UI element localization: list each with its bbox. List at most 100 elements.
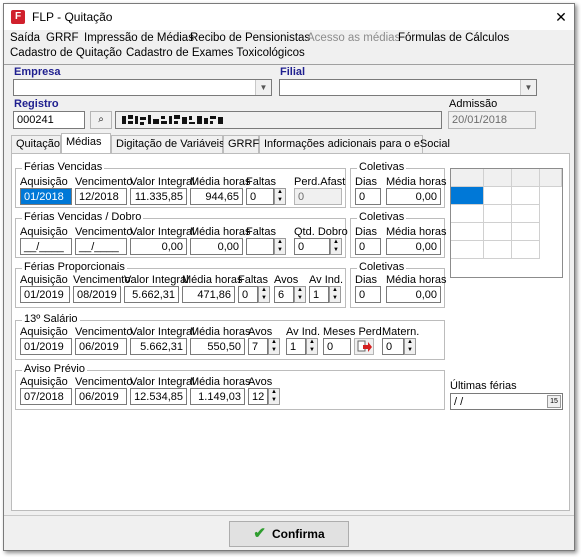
dt-media-horas-input[interactable]: 550,50: [190, 338, 245, 355]
binoculars-icon[interactable]: ⌕: [90, 111, 112, 129]
ap-vencimento-input[interactable]: 06/2019: [75, 388, 127, 405]
ultimas-ferias-input[interactable]: / / 15: [450, 393, 563, 410]
close-icon[interactable]: ✕: [551, 7, 571, 27]
chevron-down-icon[interactable]: ▼: [520, 80, 536, 95]
menu-cadastro-exames[interactable]: Cadastro de Exames Toxicológicos: [126, 47, 305, 59]
grid-cell[interactable]: [484, 187, 512, 205]
vencimento-label: Vencimento: [75, 226, 133, 238]
fd-media-horas-input[interactable]: 0,00: [190, 238, 243, 255]
data-grid[interactable]: [450, 168, 563, 278]
dt-vencimento-input[interactable]: 06/2019: [75, 338, 127, 355]
fp-faltas-input[interactable]: 0: [238, 286, 258, 303]
c2-media-horas-input[interactable]: 0,00: [386, 238, 441, 255]
grid-cell[interactable]: [484, 223, 512, 241]
menu-grrf[interactable]: GRRF: [46, 32, 79, 44]
dt-matern-input[interactable]: 0: [382, 338, 404, 355]
fp-av-ind-input[interactable]: 1: [309, 286, 329, 303]
group-title: Férias Vencidas: [22, 161, 105, 173]
dt-valor-integral-input[interactable]: 5.662,31: [130, 338, 187, 355]
fp-avos-stepper[interactable]: ▲ ▼: [294, 286, 306, 303]
grid-cell[interactable]: [484, 205, 512, 223]
menu-recibo-pensionistas[interactable]: Recibo de Pensionistas: [190, 32, 310, 44]
menu-formulas-calculos[interactable]: Fórmulas de Cálculos: [398, 32, 509, 44]
av-ind-label: Av Ind.: [309, 274, 344, 286]
fp-aquisicao-input[interactable]: 01/2019: [20, 286, 70, 303]
grid-cell[interactable]: [512, 241, 540, 259]
dt-avos-input[interactable]: 7: [248, 338, 268, 355]
fd-aquisicao-input[interactable]: __/____: [20, 238, 72, 255]
qtd-dobro-label: Qtd. Dobro: [294, 226, 348, 238]
tab-quitacao[interactable]: Quitação: [11, 135, 61, 153]
registro-label: Registro: [14, 98, 59, 110]
grid-cell[interactable]: [451, 205, 484, 223]
confirma-button[interactable]: ✔ Confirma: [229, 521, 349, 547]
media-horas-label: Média horas: [190, 326, 251, 338]
fp-vencimento-input[interactable]: 08/2019: [73, 286, 121, 303]
grid-cell[interactable]: [512, 187, 540, 205]
c1-dias-input[interactable]: 0: [355, 188, 381, 205]
fv-valor-integral-input[interactable]: 11.335,85: [130, 188, 187, 205]
registro-input[interactable]: 000241: [13, 111, 85, 129]
grid-cell[interactable]: [451, 223, 484, 241]
media-horas-label: Média horas: [190, 176, 251, 188]
grid-cell[interactable]: [484, 241, 512, 259]
fd-qtd-dobro-stepper[interactable]: ▲ ▼: [330, 238, 342, 255]
av-ind-label: Av Ind.: [286, 326, 321, 338]
fv-aquisicao-input[interactable]: 01/2018: [20, 188, 72, 205]
dt-av-ind-stepper[interactable]: ▲ ▼: [306, 338, 318, 355]
filial-select[interactable]: ▼: [279, 79, 537, 96]
grid-cell[interactable]: [512, 205, 540, 223]
c3-media-horas-input[interactable]: 0,00: [386, 286, 441, 303]
ap-avos-stepper[interactable]: ▲ ▼: [268, 388, 280, 405]
fd-faltas-input[interactable]: [246, 238, 274, 255]
menu-acesso-medias[interactable]: Acesso as médias: [307, 32, 400, 44]
tab-grrf[interactable]: GRRF: [223, 135, 259, 153]
faltas-label: Faltas: [246, 176, 276, 188]
chevron-down-icon[interactable]: ▼: [255, 80, 271, 95]
ap-avos-input[interactable]: 12: [248, 388, 268, 405]
ap-aquisicao-input[interactable]: 07/2018: [20, 388, 72, 405]
grid-cell[interactable]: [451, 241, 484, 259]
fd-qtd-dobro-input[interactable]: 0: [294, 238, 330, 255]
fd-valor-integral-input[interactable]: 0,00: [130, 238, 187, 255]
c3-dias-input[interactable]: 0: [355, 286, 381, 303]
valor-integral-label: Valor Integral: [130, 376, 195, 388]
aquisicao-label: Aquisição: [20, 176, 68, 188]
redacted-name: [122, 115, 223, 125]
media-horas-label: Média horas: [182, 274, 243, 286]
calendar-icon[interactable]: 15: [547, 395, 561, 408]
ap-media-horas-input[interactable]: 1.149,03: [190, 388, 245, 405]
ap-valor-integral-input[interactable]: 12.534,85: [130, 388, 187, 405]
fp-avos-input[interactable]: 6: [274, 286, 294, 303]
medias-panel: Férias Vencidas Aquisição Vencimento Val…: [11, 153, 570, 511]
grid-cell[interactable]: [512, 223, 540, 241]
fp-faltas-stepper[interactable]: ▲ ▼: [258, 286, 270, 303]
fv-vencimento-input[interactable]: 12/2018: [75, 188, 127, 205]
tab-esocial[interactable]: Informações adicionais para o eSocial: [259, 135, 450, 153]
grid-selected-cell[interactable]: [451, 187, 484, 205]
tab-medias[interactable]: Médias: [61, 133, 111, 153]
fd-vencimento-input[interactable]: __/____: [75, 238, 127, 255]
menu-cadastro-quitacao[interactable]: Cadastro de Quitação: [10, 47, 122, 59]
arrow-action-icon[interactable]: [354, 338, 374, 355]
fv-media-horas-input[interactable]: 944,65: [190, 188, 243, 205]
dt-av-ind-input[interactable]: 1: [286, 338, 306, 355]
c2-dias-input[interactable]: 0: [355, 238, 381, 255]
fd-faltas-stepper[interactable]: ▲ ▼: [274, 238, 286, 255]
menu-saida[interactable]: Saída: [10, 32, 40, 44]
fv-faltas-input[interactable]: 0: [246, 188, 274, 205]
dt-avos-stepper[interactable]: ▲ ▼: [268, 338, 280, 355]
fp-media-horas-input[interactable]: 471,86: [182, 286, 235, 303]
dt-matern-stepper[interactable]: ▲ ▼: [404, 338, 416, 355]
c1-media-horas-input[interactable]: 0,00: [386, 188, 441, 205]
dias-label: Dias: [355, 226, 378, 238]
dt-aquisicao-input[interactable]: 01/2019: [20, 338, 72, 355]
tab-digitacao-variaveis[interactable]: Digitação de Variáveis: [111, 135, 225, 153]
fv-faltas-stepper[interactable]: ▲ ▼: [274, 188, 286, 205]
dt-meses-perd-input[interactable]: 0: [323, 338, 351, 355]
fp-valor-integral-input[interactable]: 5.662,31: [124, 286, 179, 303]
grid-header-cell: [540, 169, 562, 187]
fp-av-ind-stepper[interactable]: ▲ ▼: [329, 286, 341, 303]
menu-impressao-medias[interactable]: Impressão de Médias: [84, 32, 194, 44]
empresa-select[interactable]: ▼: [13, 79, 272, 96]
